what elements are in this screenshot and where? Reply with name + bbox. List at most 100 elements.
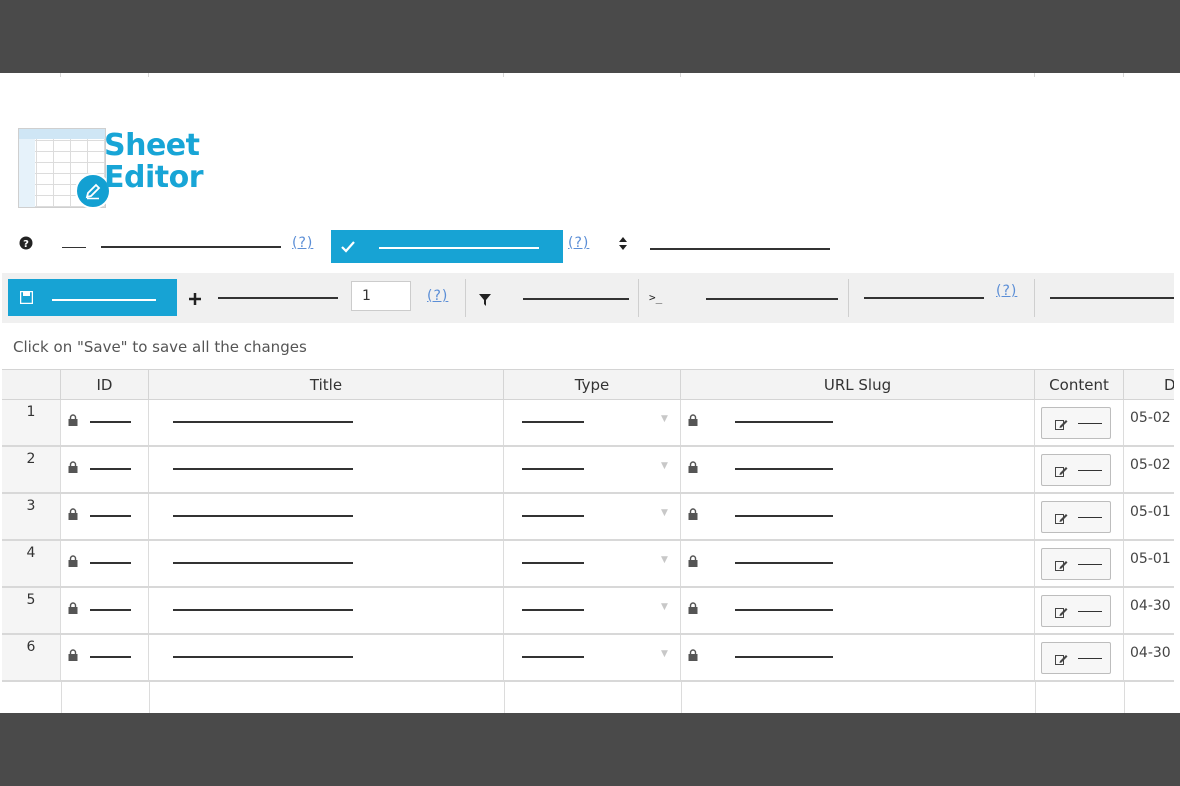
header-type[interactable]: Type: [504, 370, 681, 400]
floppy-disk-icon: [20, 291, 33, 304]
cell-content: [1035, 588, 1124, 633]
header-title[interactable]: Title: [149, 370, 504, 400]
add-rows-count-input[interactable]: [351, 281, 411, 311]
help-link-2[interactable]: (?): [568, 235, 589, 251]
dropdown-arrow-icon[interactable]: ▼: [661, 602, 668, 612]
cell-type[interactable]: ▼: [504, 588, 681, 633]
edit-content-button[interactable]: [1041, 595, 1111, 627]
save-button[interactable]: [8, 279, 177, 316]
logo-text: Sheet Editor: [104, 129, 204, 194]
lock-icon: [68, 458, 78, 473]
terminal-icon[interactable]: >_: [649, 291, 662, 304]
header-date[interactable]: D: [1124, 370, 1174, 400]
search-filter-label[interactable]: [523, 298, 629, 300]
cell-type[interactable]: ▼: [504, 400, 681, 445]
add-rows-label[interactable]: [218, 297, 338, 299]
cell-date[interactable]: 05-01: [1124, 541, 1174, 586]
lock-icon: [688, 599, 698, 614]
cell-url-slug[interactable]: [681, 447, 1035, 492]
edit-content-button[interactable]: [1041, 501, 1111, 533]
header-content[interactable]: Content: [1035, 370, 1124, 400]
tool-label[interactable]: [864, 297, 984, 299]
row-number[interactable]: 3: [2, 494, 61, 539]
cell-id[interactable]: [61, 588, 149, 633]
cell-content: [1035, 541, 1124, 586]
cell-type-value: [522, 421, 584, 423]
sort-icon[interactable]: [619, 237, 627, 254]
cell-title[interactable]: [149, 494, 504, 539]
edit-content-button[interactable]: [1041, 454, 1111, 486]
dropdown-arrow-icon[interactable]: ▼: [661, 461, 668, 471]
cell-title[interactable]: [149, 541, 504, 586]
help-link-4[interactable]: (?): [996, 283, 1017, 299]
edit-icon: [1055, 655, 1068, 665]
cell-url-slug[interactable]: [681, 635, 1035, 680]
plus-icon[interactable]: [189, 290, 201, 309]
edit-content-button[interactable]: [1041, 407, 1111, 439]
filter-icon[interactable]: [479, 291, 491, 310]
lock-icon: [688, 646, 698, 661]
help-menu-label-2[interactable]: [101, 246, 281, 248]
row-number[interactable]: 4: [2, 541, 61, 586]
edit-icon: [1055, 420, 1068, 430]
cell-id[interactable]: [61, 400, 149, 445]
cell-date-value: 05-01: [1130, 504, 1171, 520]
cell-url-slug[interactable]: [681, 494, 1035, 539]
cell-date[interactable]: 05-02: [1124, 400, 1174, 445]
cell-type[interactable]: ▼: [504, 635, 681, 680]
dropdown-arrow-icon[interactable]: ▼: [661, 555, 668, 565]
enable-feature-button[interactable]: [331, 230, 563, 263]
cell-id[interactable]: [61, 541, 149, 586]
cell-title[interactable]: [149, 635, 504, 680]
cell-url-slug-value: [735, 562, 833, 564]
cell-type-value: [522, 515, 584, 517]
cell-id-value: [90, 609, 131, 611]
cell-border: [1124, 682, 1125, 713]
edit-content-button[interactable]: [1041, 642, 1111, 674]
dropdown-arrow-icon[interactable]: ▼: [661, 508, 668, 518]
help-menu-label[interactable]: [62, 247, 86, 248]
help-link-1[interactable]: (?): [292, 235, 313, 251]
cell-date[interactable]: 05-02: [1124, 447, 1174, 492]
cell-url-slug[interactable]: [681, 588, 1035, 633]
cell-type[interactable]: ▼: [504, 541, 681, 586]
cell-url-slug[interactable]: [681, 400, 1035, 445]
cell-id[interactable]: [61, 494, 149, 539]
header-url-slug[interactable]: URL Slug: [681, 370, 1035, 400]
tool-label-2[interactable]: [1050, 297, 1174, 299]
cell-id[interactable]: [61, 635, 149, 680]
table-row: 6 ▼ 04-30: [2, 635, 1174, 682]
cell-title[interactable]: [149, 447, 504, 492]
help-link-3[interactable]: (?): [427, 288, 448, 304]
toolbar-divider: [1034, 279, 1035, 317]
lock-icon: [68, 599, 78, 614]
question-circle-icon[interactable]: ?: [19, 236, 33, 254]
dropdown-arrow-icon[interactable]: ▼: [661, 414, 668, 424]
cell-id-value: [90, 468, 131, 470]
row-number[interactable]: 1: [2, 400, 61, 445]
cell-date[interactable]: 04-30: [1124, 588, 1174, 633]
cell-title[interactable]: [149, 588, 504, 633]
cell-type[interactable]: ▼: [504, 447, 681, 492]
toolbar-divider: [465, 279, 466, 317]
toolbar-divider: [638, 279, 639, 317]
table-row: 2 ▼ 05-02: [2, 447, 1174, 494]
cell-id[interactable]: [61, 447, 149, 492]
cell-title[interactable]: [149, 400, 504, 445]
spreadsheet-table: ID Title Type URL Slug Content D 1 ▼ 05-02…: [2, 369, 1174, 713]
toolbar-secondary: (?) >_ (?): [2, 273, 1174, 323]
cell-date[interactable]: 05-01: [1124, 494, 1174, 539]
cell-date[interactable]: 04-30: [1124, 635, 1174, 680]
header-id[interactable]: ID: [61, 370, 149, 400]
row-number[interactable]: 6: [2, 635, 61, 680]
row-number[interactable]: 2: [2, 447, 61, 492]
row-number[interactable]: 5: [2, 588, 61, 633]
sort-menu-label[interactable]: [650, 248, 830, 250]
table-row: 1 ▼ 05-02: [2, 400, 1174, 447]
dropdown-arrow-icon[interactable]: ▼: [661, 649, 668, 659]
edit-content-button[interactable]: [1041, 548, 1111, 580]
formula-label[interactable]: [706, 298, 838, 300]
cell-type-value: [522, 468, 584, 470]
cell-url-slug[interactable]: [681, 541, 1035, 586]
cell-type[interactable]: ▼: [504, 494, 681, 539]
